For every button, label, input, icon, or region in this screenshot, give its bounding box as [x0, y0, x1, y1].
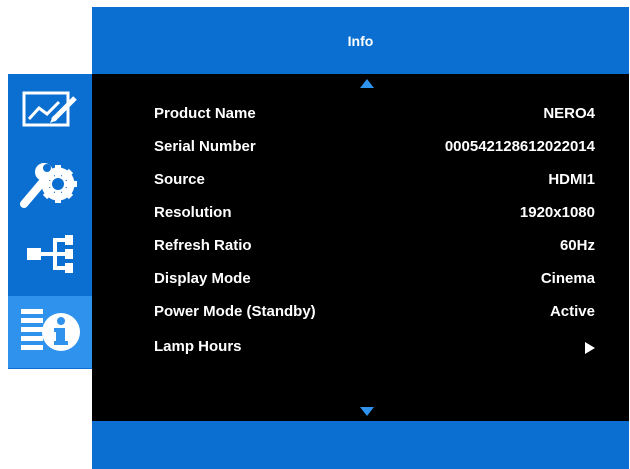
info-row-power-mode: Power Mode (Standby) Active [92, 303, 629, 327]
info-value: 000542128612022014 [444, 138, 595, 155]
info-label: Product Name [154, 105, 256, 122]
info-value: 60Hz [559, 237, 595, 254]
info-label: Power Mode (Standby) [154, 303, 316, 320]
info-value: Cinema [540, 270, 595, 287]
menu-sidebar [8, 74, 92, 369]
menu-header: Info [92, 7, 629, 74]
info-row-display-mode: Display Mode Cinema [92, 270, 629, 294]
info-row-product-name: Product Name NERO4 [92, 105, 629, 129]
info-row-lamp-hours[interactable]: Lamp Hours [92, 338, 629, 362]
info-icon [21, 309, 80, 351]
info-label: Display Mode [154, 270, 251, 287]
info-label: Serial Number [154, 138, 256, 155]
info-value: 1920x1080 [519, 204, 595, 221]
info-label: Resolution [154, 204, 232, 221]
connection-icon [27, 235, 73, 273]
info-value: NERO4 [543, 105, 595, 122]
setup-tools-icon [20, 163, 77, 208]
info-panel: Product Name NERO4 Serial Number 0005421… [92, 74, 629, 421]
info-label: Lamp Hours [154, 338, 242, 355]
sidebar-item-connection[interactable] [8, 218, 92, 290]
info-row-source: Source HDMI1 [92, 171, 629, 195]
info-value: HDMI1 [548, 171, 595, 188]
info-row-resolution: Resolution 1920x1080 [92, 204, 629, 228]
info-label: Source [154, 171, 205, 188]
menu-footer [92, 421, 629, 469]
sidebar-item-info[interactable] [8, 296, 92, 368]
scroll-down-arrow-icon[interactable] [360, 407, 374, 416]
info-row-refresh-ratio: Refresh Ratio 60Hz [92, 237, 629, 261]
picture-edit-icon [22, 91, 77, 127]
sidebar-item-picture[interactable] [8, 74, 92, 146]
info-row-serial-number: Serial Number 000542128612022014 [92, 138, 629, 162]
sidebar-item-setup[interactable] [8, 146, 92, 218]
info-value: Active [549, 303, 595, 320]
menu-title: Info [347, 32, 374, 49]
submenu-arrow-icon[interactable] [585, 342, 595, 354]
info-label: Refresh Ratio [154, 237, 252, 254]
scroll-up-arrow-icon[interactable] [360, 79, 374, 88]
